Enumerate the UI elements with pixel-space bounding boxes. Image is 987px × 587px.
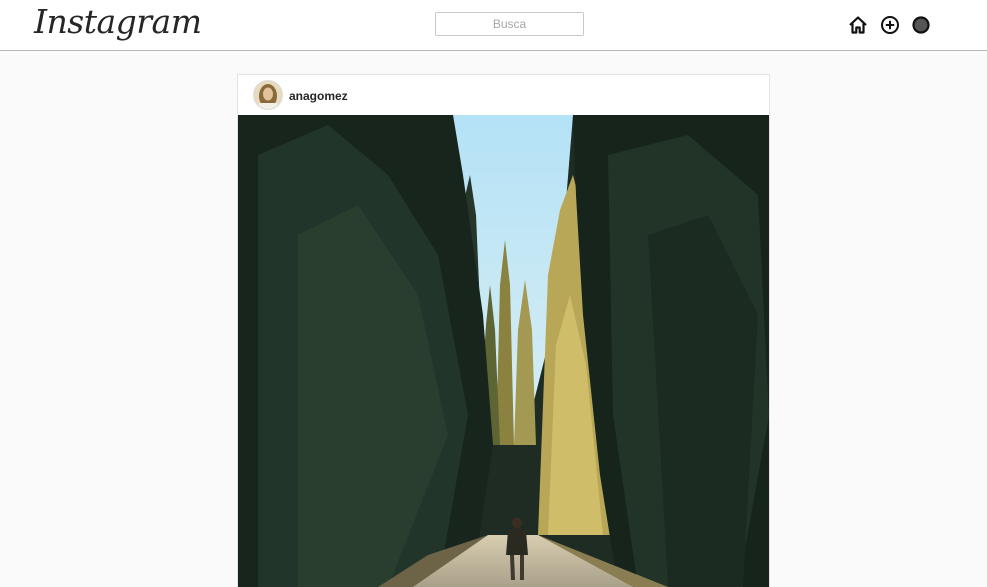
user-avatar[interactable] bbox=[253, 80, 283, 110]
post-username[interactable]: anagomez bbox=[289, 89, 348, 103]
profile-icon[interactable] bbox=[911, 15, 931, 35]
instagram-logo[interactable]: Instagram bbox=[34, 2, 202, 41]
search-input[interactable] bbox=[435, 12, 584, 36]
post-image[interactable] bbox=[238, 115, 769, 587]
post-header: anagomez bbox=[238, 75, 769, 115]
home-icon[interactable] bbox=[848, 15, 868, 35]
add-icon[interactable] bbox=[880, 15, 900, 35]
top-navigation-bar: Instagram bbox=[0, 0, 987, 51]
post-card: anagomez bbox=[237, 74, 770, 587]
